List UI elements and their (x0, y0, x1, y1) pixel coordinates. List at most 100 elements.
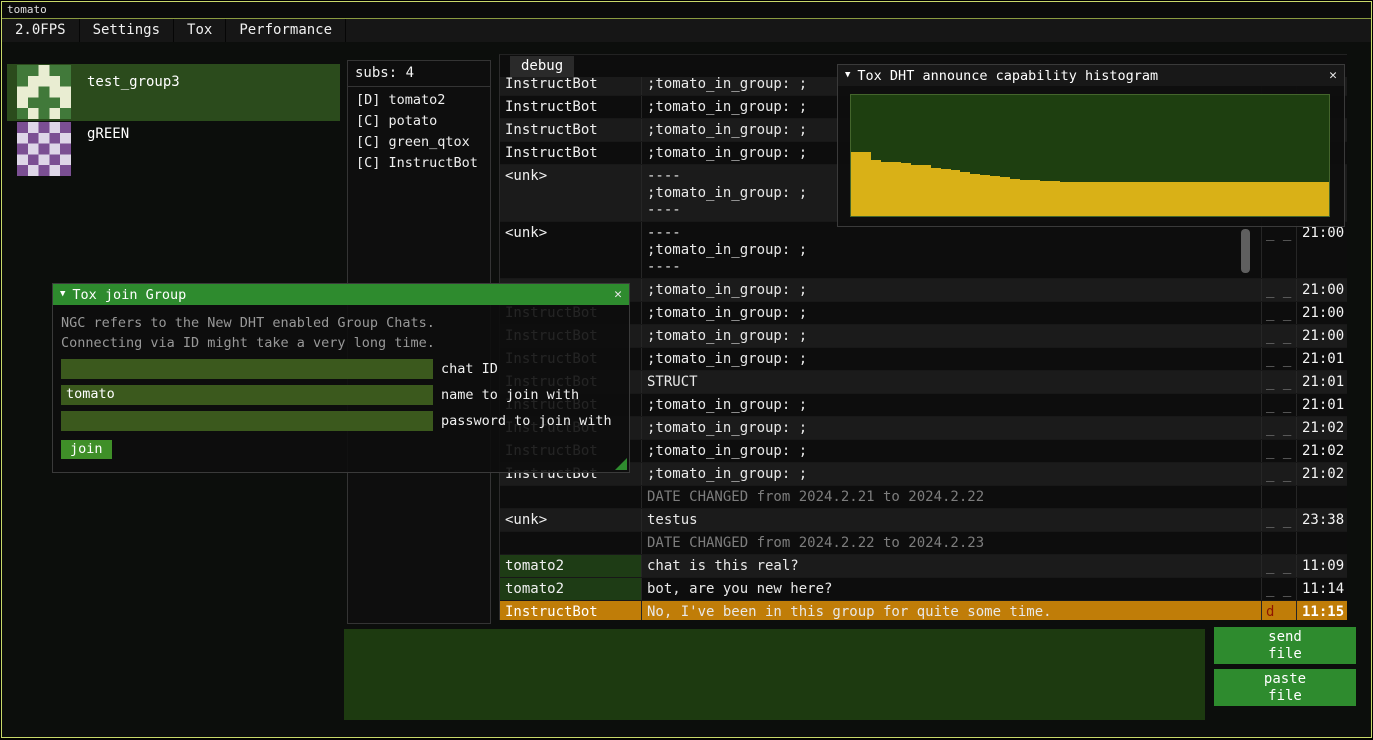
chat-message-line: No, I've been in this group for quite so… (647, 604, 1261, 620)
join-field-row: chat ID (61, 359, 621, 379)
chat-message-line: ;tomato_in_group: ; (647, 443, 1261, 460)
subs-list-item[interactable]: [C] green_qtox (348, 132, 490, 153)
histogram-bar (1269, 182, 1279, 216)
histogram-bar (1000, 177, 1010, 216)
histogram-bar (901, 163, 911, 216)
histogram-bar (1179, 182, 1189, 216)
resize-grip[interactable] (615, 458, 627, 470)
chat-message-line: DATE CHANGED from 2024.2.22 to 2024.2.23 (647, 535, 1261, 552)
close-icon[interactable]: ✕ (1329, 68, 1337, 83)
collapse-arrow-icon[interactable]: ▼ (60, 284, 65, 305)
chat-message-line: ;tomato_in_group: ; (647, 242, 1261, 259)
chat-author: <unk> (500, 165, 642, 221)
group-avatar (15, 65, 73, 119)
histogram-bar (1170, 182, 1180, 216)
histogram-bar (891, 162, 901, 216)
histogram-bar (1010, 179, 1020, 217)
chat-id-input[interactable] (61, 359, 433, 379)
histogram-bar (911, 165, 921, 216)
menu-item-tox[interactable]: Tox (174, 19, 226, 42)
chat-system-row[interactable]: DATE CHANGED from 2024.2.21 to 2024.2.22 (500, 486, 1347, 509)
chat-message-flags: _ _ (1261, 325, 1296, 347)
chat-message-line: bot, are you new here? (647, 581, 1261, 598)
chat-message-flags (1261, 532, 1296, 554)
chat-message-text: ;tomato_in_group: ; (642, 279, 1261, 301)
histogram-bar (990, 176, 1000, 216)
histogram-bar (980, 175, 990, 216)
group-name: gREEN (87, 126, 129, 142)
histogram-bar (1070, 182, 1080, 216)
histogram-bar (1209, 182, 1219, 216)
histogram-bar (921, 165, 931, 216)
histogram-bar (1279, 182, 1289, 216)
subs-list-item[interactable]: [D] tomato2 (348, 90, 490, 111)
chat-message-line: ---- (647, 225, 1261, 242)
histogram-bar (881, 162, 891, 216)
chat-message-line: ;tomato_in_group: ; (647, 397, 1261, 414)
chat-message-flags: _ _ (1261, 394, 1296, 416)
histogram-bar (1199, 182, 1209, 216)
chat-message-row[interactable]: tomato2bot, are you new here?_ _11:14 (500, 578, 1347, 601)
chat-message-row[interactable]: InstructBot No, I've been in this group f… (500, 601, 1347, 620)
chat-message-row[interactable]: <unk>----;tomato_in_group: ;----_ _21:00 (500, 222, 1347, 279)
chat-message-line: ;tomato_in_group: ; (647, 351, 1261, 368)
chat-author: <unk> (500, 509, 642, 531)
dht-histogram-window: ▼ Tox DHT announce capability histogram … (837, 64, 1345, 227)
chat-message-flags: _ _ (1261, 417, 1296, 439)
chat-author: InstructBot (500, 142, 642, 164)
chat-message-row[interactable]: <unk>testus_ _23:38 (500, 509, 1347, 532)
dht-histogram-body (838, 86, 1344, 226)
chat-author: InstructBot (500, 601, 642, 620)
chat-scrollbar[interactable] (1241, 229, 1250, 273)
chat-message-time (1296, 486, 1347, 508)
chat-message-line: chat is this real? (647, 558, 1261, 575)
paste-file-button[interactable]: paste file (1214, 669, 1356, 706)
join-group-window: ▼ Tox join Group ✕ NGC refers to the New… (52, 283, 630, 473)
join-fields: chat IDtomatoname to join withpassword t… (61, 359, 621, 431)
chat-author: tomato2 (500, 555, 642, 577)
menu-item-settings[interactable]: Settings (80, 19, 174, 42)
menu-bar: 2.0FPSSettingsToxPerformance (2, 19, 1371, 42)
subs-list-item[interactable]: [C] potato (348, 111, 490, 132)
group-item-green[interactable]: gREEN (7, 121, 340, 175)
chat-message-time (1296, 532, 1347, 554)
menu-item-performance[interactable]: Performance (226, 19, 346, 42)
histogram-bar (970, 174, 980, 216)
close-icon[interactable]: ✕ (614, 287, 622, 302)
chat-message-flags: _ _ (1261, 555, 1296, 577)
histogram-bar (871, 160, 881, 216)
subs-list-item[interactable]: [C] InstructBot (348, 153, 490, 174)
histogram-bar (1239, 182, 1249, 216)
chat-message-line: STRUCT (647, 374, 1261, 391)
chat-author: <unk> (500, 222, 642, 278)
chat-message-text: testus (642, 509, 1261, 531)
collapse-arrow-icon[interactable]: ▼ (845, 65, 850, 86)
chat-message-text: DATE CHANGED from 2024.2.22 to 2024.2.23 (642, 532, 1261, 554)
join-name-input[interactable]: tomato (61, 385, 433, 405)
histogram-bar (1040, 181, 1050, 216)
histogram-bar (1140, 182, 1150, 216)
window-title: tomato (2, 2, 1371, 19)
chat-message-line: DATE CHANGED from 2024.2.21 to 2024.2.22 (647, 489, 1261, 506)
histogram-bar (851, 152, 861, 216)
histogram-bar (1080, 182, 1090, 216)
chat-message-row[interactable]: tomato2chat is this real?_ _11:09 (500, 555, 1347, 578)
group-item-test_group3[interactable]: test_group3 (7, 64, 340, 121)
histogram-bar (1110, 182, 1120, 216)
message-input[interactable] (344, 629, 1205, 720)
chat-message-text: STRUCT (642, 371, 1261, 393)
chat-message-text: ;tomato_in_group: ; (642, 325, 1261, 347)
chat-message-text: ;tomato_in_group: ; (642, 394, 1261, 416)
chat-author (500, 486, 642, 508)
chat-message-time: 11:14 (1296, 578, 1347, 600)
chat-author: tomato2 (500, 578, 642, 600)
join-button[interactable]: join (61, 440, 112, 459)
send-file-button[interactable]: send file (1214, 627, 1356, 664)
chat-author: InstructBot (500, 96, 642, 118)
join-info-line-1: NGC refers to the New DHT enabled Group … (61, 313, 621, 333)
join-name-label: name to join with (441, 387, 579, 403)
chat-message-time: 11:15 (1296, 601, 1347, 620)
join-password-input[interactable] (61, 411, 433, 431)
chat-system-row[interactable]: DATE CHANGED from 2024.2.22 to 2024.2.23 (500, 532, 1347, 555)
tab-debug[interactable]: debug (510, 56, 574, 77)
